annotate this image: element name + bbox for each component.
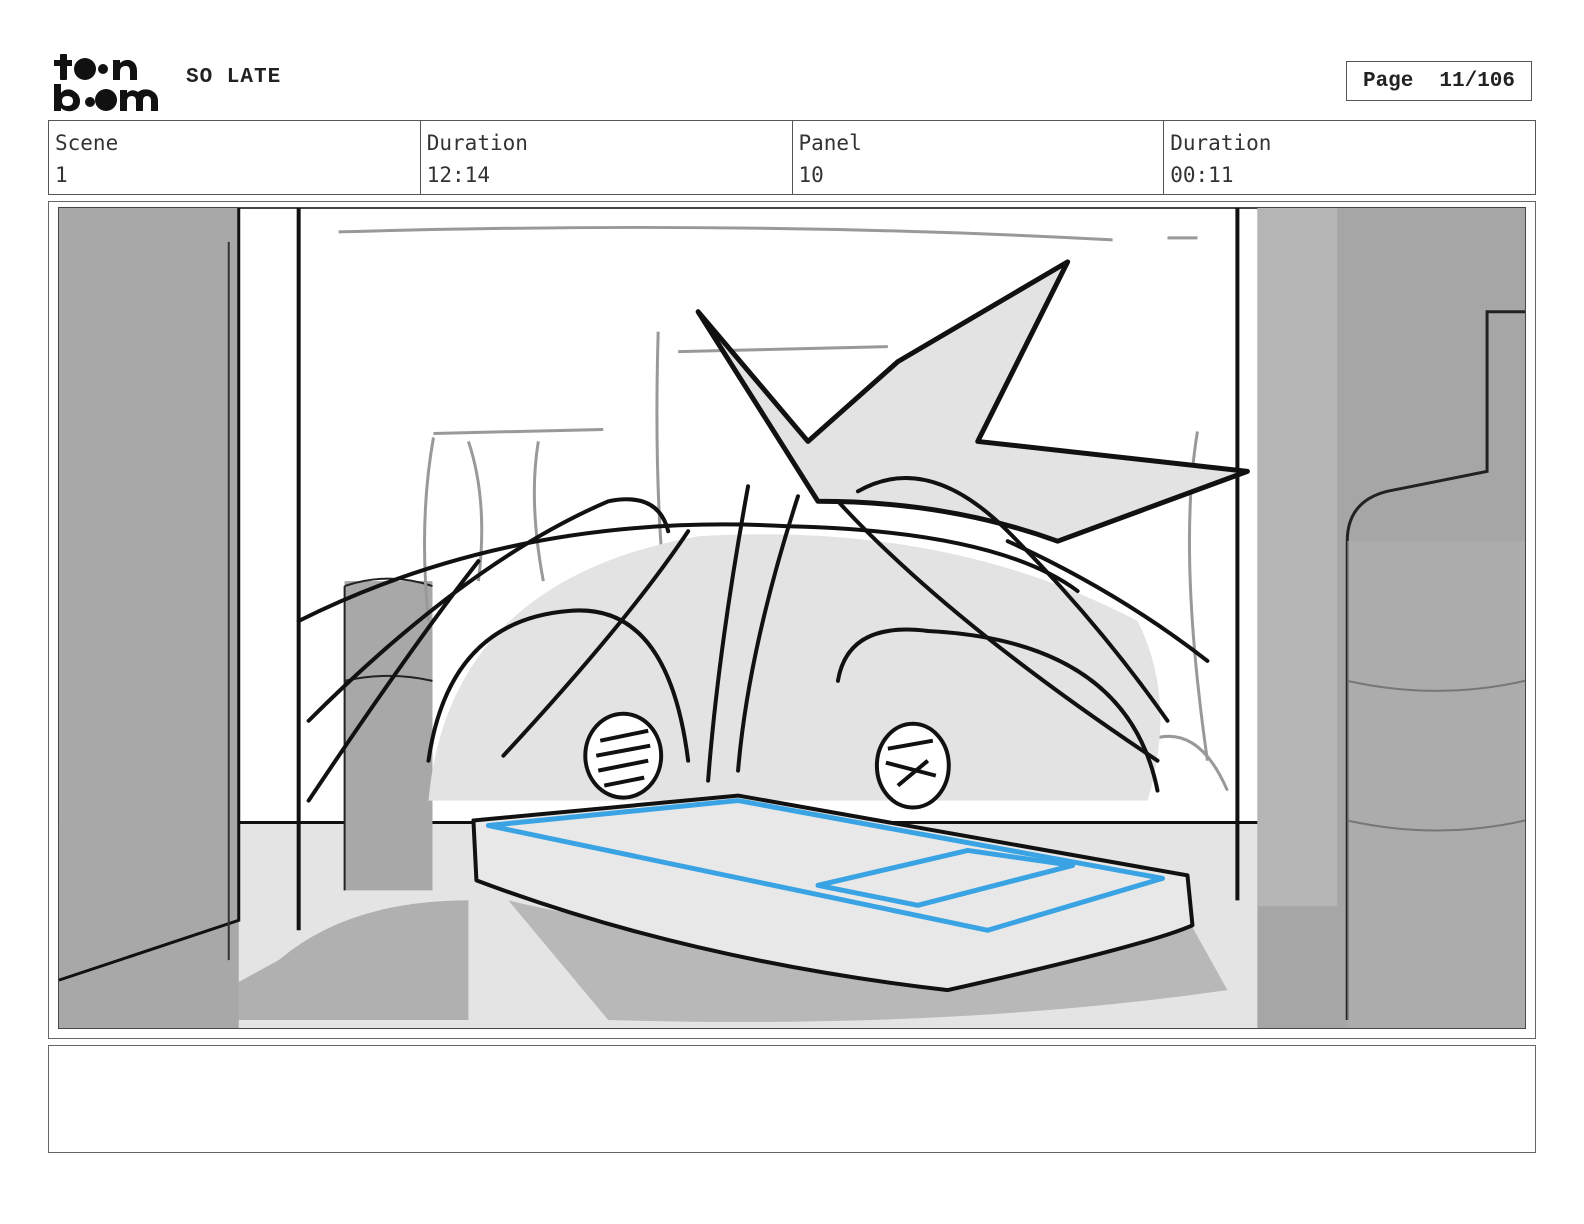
page-number: 11/106 <box>1439 69 1516 93</box>
scene-duration-label: Duration <box>426 131 528 155</box>
panel-cell: Panel 10 <box>793 121 1165 194</box>
page-label: Page <box>1362 69 1414 93</box>
panel-duration-label: Duration <box>1170 131 1272 155</box>
scene-duration-value: 12:14 <box>426 163 490 187</box>
panel-info-row: Scene 1 Duration 12:14 Panel 10 Duration… <box>48 120 1536 195</box>
panel-label: Panel <box>798 131 862 155</box>
storyboard-sketch <box>57 206 1527 1030</box>
scene-duration-cell: Duration 12:14 <box>421 121 793 194</box>
storyboard-panel <box>48 201 1536 1039</box>
project-title: SO LATE <box>186 66 282 89</box>
panel-duration-cell: Duration 00:11 <box>1164 121 1535 194</box>
panel-notes-box <box>48 1045 1536 1153</box>
page-indicator: Page 11/106 <box>1346 61 1532 101</box>
scene-cell: Scene 1 <box>49 121 421 194</box>
scene-value: 1 <box>55 163 68 187</box>
scene-label: Scene <box>55 131 119 155</box>
panel-duration-value: 00:11 <box>1170 163 1234 187</box>
panel-value: 10 <box>798 163 824 187</box>
toon-boom-logo <box>54 54 158 112</box>
